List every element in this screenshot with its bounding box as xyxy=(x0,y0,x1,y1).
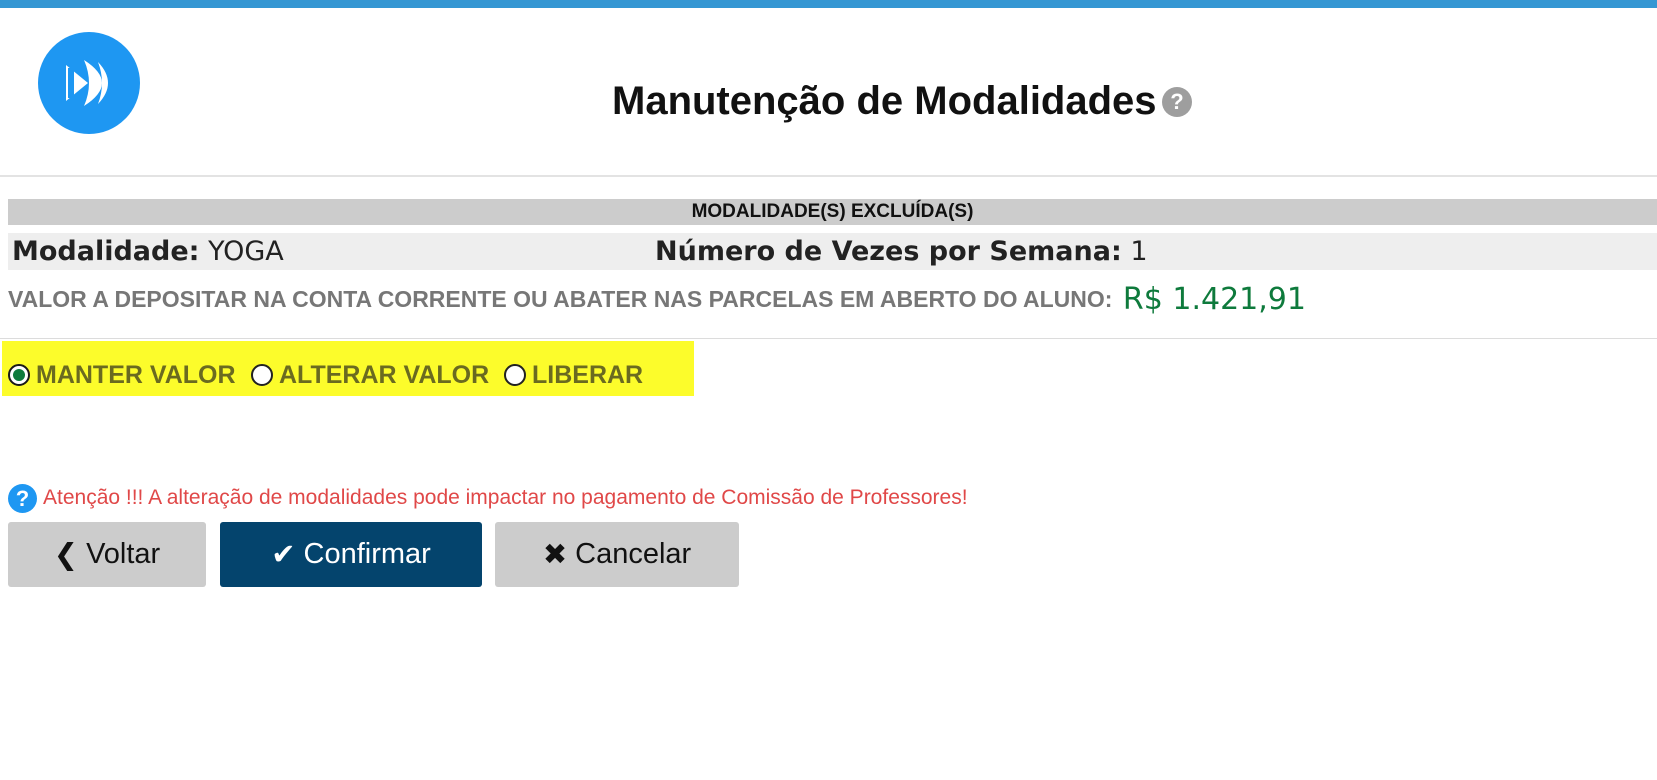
valor-amount: R$ 1.421,91 xyxy=(1122,282,1306,317)
alert-message: ? Atenção !!! A alteração de modalidades… xyxy=(8,482,968,514)
check-icon: ✔ xyxy=(271,539,296,571)
header-divider xyxy=(0,175,1657,177)
vezes-label: Número de Vezes por Semana: xyxy=(655,236,1122,267)
confirmar-button[interactable]: ✔ Confirmar xyxy=(220,522,482,587)
radio-alterar-valor-label: ALTERAR VALOR xyxy=(279,361,490,389)
voltar-button-label: Voltar xyxy=(86,538,161,570)
confirmar-button-label: Confirmar xyxy=(303,538,431,570)
page-title: Manutenção de Modalidades xyxy=(612,79,1157,123)
modalidade-field: Modalidade: YOGA xyxy=(12,233,284,270)
radio-liberar-label: LIBERAR xyxy=(532,361,644,389)
modalidade-row: Modalidade: YOGA Número de Vezes por Sem… xyxy=(8,233,1657,270)
alert-text: Atenção !!! A alteração de modalidades p… xyxy=(43,486,968,509)
radio-alterar-valor[interactable]: ALTERAR VALOR xyxy=(251,360,489,390)
question-circle-icon[interactable]: ? xyxy=(8,483,37,513)
chevron-left-icon: ❮ xyxy=(53,539,79,571)
modalidade-value: YOGA xyxy=(208,236,284,267)
vezes-value: 1 xyxy=(1130,236,1148,267)
radio-manter-valor-label: MANTER VALOR xyxy=(36,361,236,389)
radio-manter-valor[interactable]: MANTER VALOR xyxy=(8,360,236,390)
top-accent-bar xyxy=(0,0,1657,8)
radio-liberar[interactable]: LIBERAR xyxy=(504,360,643,390)
section-title: MODALIDADE(S) EXCLUÍDA(S) xyxy=(8,199,1657,225)
radio-manter-valor-circle[interactable] xyxy=(8,364,30,386)
page-header: Manutenção de Modalidades ? xyxy=(0,78,1657,128)
valor-label: VALOR A DEPOSITAR NA CONTA CORRENTE OU A… xyxy=(8,286,1113,312)
cancelar-button[interactable]: ✖ Cancelar xyxy=(495,522,739,587)
voltar-button[interactable]: ❮ Voltar xyxy=(8,522,206,587)
radio-liberar-circle[interactable] xyxy=(504,364,526,386)
close-icon: ✖ xyxy=(542,539,568,571)
vezes-field: Número de Vezes por Semana: 1 xyxy=(655,233,1148,270)
cancelar-button-label: Cancelar xyxy=(575,538,692,570)
valor-divider xyxy=(0,338,1657,339)
radio-alterar-valor-circle[interactable] xyxy=(251,364,273,386)
question-circle-icon[interactable]: ? xyxy=(1162,87,1192,117)
modalidade-label: Modalidade: xyxy=(12,236,200,267)
valor-line: VALOR A DEPOSITAR NA CONTA CORRENTE OU A… xyxy=(8,282,1306,322)
